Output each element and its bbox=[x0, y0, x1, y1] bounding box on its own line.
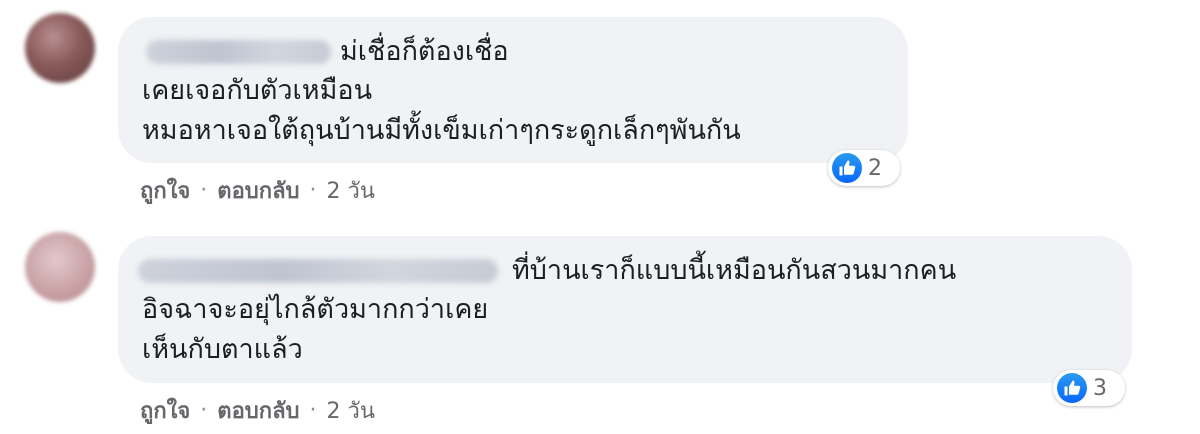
author-name-blurred[interactable] bbox=[138, 259, 498, 283]
reaction-summary[interactable]: 3 bbox=[1053, 370, 1125, 406]
reaction-count: 2 bbox=[868, 155, 882, 181]
avatar[interactable] bbox=[25, 232, 95, 302]
reply-link[interactable]: ตอบกลับ bbox=[217, 393, 299, 428]
comment-text-line: หมอหาเจอใต้ถุนบ้านมีทั้งเข็มเก่าๆกระดูกเ… bbox=[142, 115, 741, 146]
separator: · bbox=[200, 178, 208, 203]
comment-text-line: เคยเจอกับตัวเหมือน bbox=[142, 75, 373, 106]
separator: · bbox=[200, 398, 208, 423]
like-thumbs-up-icon bbox=[832, 153, 862, 183]
author-name-blurred[interactable] bbox=[146, 40, 331, 64]
like-link[interactable]: ถูกใจ bbox=[140, 393, 190, 428]
avatar[interactable] bbox=[25, 13, 95, 83]
comment-text-line: อิจฉาจะอยุ่ไกล้ตัวมากกว่าเคย bbox=[142, 294, 489, 325]
separator: · bbox=[309, 178, 317, 203]
comment-actions: ถูกใจ · ตอบกลับ · 2 วัน bbox=[140, 393, 375, 428]
like-link[interactable]: ถูกใจ bbox=[140, 173, 190, 208]
comment-text-line: ม่เชื่อก็ต้องเชื่อ bbox=[340, 36, 509, 67]
like-thumbs-up-icon bbox=[1057, 373, 1087, 403]
separator: · bbox=[309, 398, 317, 423]
comment-actions: ถูกใจ · ตอบกลับ · 2 วัน bbox=[140, 173, 375, 208]
reaction-count: 3 bbox=[1093, 375, 1107, 401]
timestamp[interactable]: 2 วัน bbox=[327, 393, 375, 428]
reply-link[interactable]: ตอบกลับ bbox=[217, 173, 299, 208]
reaction-summary[interactable]: 2 bbox=[828, 150, 900, 186]
comment-text-line: เห็นกับตาแล้ว bbox=[142, 334, 303, 365]
comment-text-line: ที่บ้านเราก็แบบนี้เหมือนกันสวนมากคน bbox=[512, 255, 957, 286]
timestamp[interactable]: 2 วัน bbox=[327, 173, 375, 208]
